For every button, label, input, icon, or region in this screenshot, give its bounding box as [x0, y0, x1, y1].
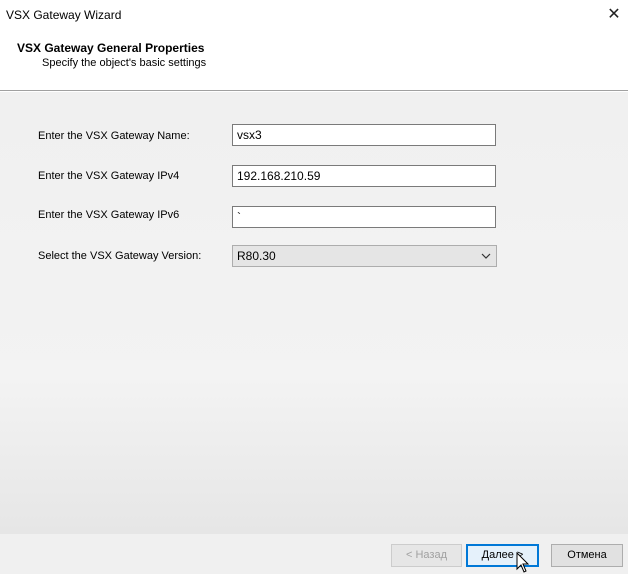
- chevron-down-icon: [481, 253, 491, 259]
- close-icon[interactable]: ✕: [604, 4, 624, 26]
- gateway-version-value: R80.30: [237, 249, 276, 263]
- wizard-body: [0, 92, 628, 534]
- gateway-name-label: Enter the VSX Gateway Name:: [38, 130, 190, 142]
- gateway-version-select[interactable]: R80.30: [232, 245, 497, 267]
- title-bar: VSX Gateway Wizard ✕: [0, 0, 628, 30]
- wizard-header: VSX Gateway General Properties Specify t…: [0, 30, 628, 90]
- mouse-pointer-icon: [516, 552, 530, 573]
- page-subtitle: Specify the object's basic settings: [42, 57, 207, 69]
- gateway-ipv4-input[interactable]: [232, 165, 496, 187]
- gateway-ipv6-input[interactable]: [232, 206, 496, 228]
- window-title: VSX Gateway Wizard: [6, 8, 122, 22]
- gateway-version-label: Select the VSX Gateway Version:: [38, 250, 202, 262]
- gateway-ipv6-label: Enter the VSX Gateway IPv6: [38, 209, 180, 221]
- gateway-ipv4-label: Enter the VSX Gateway IPv4: [38, 170, 180, 182]
- cancel-button[interactable]: Отмена: [551, 544, 623, 567]
- back-button[interactable]: < Назад: [391, 544, 462, 567]
- page-title: VSX Gateway General Properties: [17, 41, 205, 55]
- gateway-name-input[interactable]: [232, 124, 496, 146]
